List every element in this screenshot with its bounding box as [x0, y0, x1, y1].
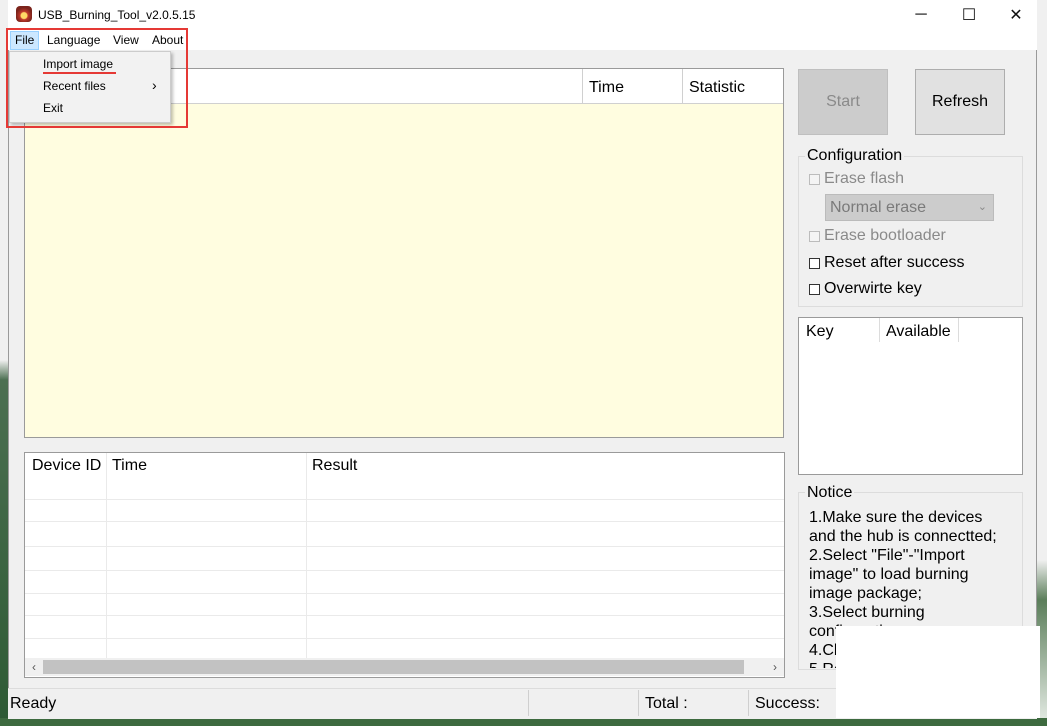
- maximize-button[interactable]: ☐: [946, 0, 992, 30]
- app-icon: [16, 6, 32, 22]
- header-separator: [682, 69, 683, 103]
- erase-bootloader-option[interactable]: Erase bootloader: [809, 227, 946, 245]
- import-image-underline: [43, 72, 116, 74]
- header-result[interactable]: Result: [312, 457, 357, 475]
- overwrite-key-label: Overwirte key: [824, 280, 922, 297]
- configuration-title: Configuration: [805, 147, 905, 165]
- menu-item-import-image[interactable]: Import image: [43, 57, 113, 71]
- menu-about[interactable]: About: [148, 31, 187, 50]
- column-separator: [958, 318, 959, 342]
- status-text: Ready: [10, 695, 57, 712]
- scrollbar-thumb[interactable]: [43, 660, 744, 674]
- table-row: [25, 593, 784, 594]
- header-time[interactable]: Time: [112, 457, 147, 475]
- table-row: [25, 570, 784, 571]
- scroll-left-icon[interactable]: ‹: [25, 658, 43, 676]
- status-success: Success:: [755, 695, 820, 712]
- column-separator: [306, 453, 307, 658]
- erase-flash-label: Erase flash: [824, 170, 905, 187]
- reset-after-success-option[interactable]: Reset after success: [809, 254, 965, 272]
- table-row: [25, 546, 784, 547]
- header-statistic[interactable]: Statistic: [689, 79, 745, 97]
- window-title: USB_Burning_Tool_v2.0.5.15: [38, 8, 196, 22]
- table-row: [25, 615, 784, 616]
- menu-view[interactable]: View: [109, 31, 143, 50]
- status-total: Total :: [645, 695, 688, 712]
- overwrite-key-checkbox[interactable]: [809, 283, 820, 295]
- table-row: [25, 638, 784, 639]
- result-table[interactable]: [24, 452, 785, 678]
- erase-bootloader-label: Erase bootloader: [824, 227, 946, 244]
- header-separator: [582, 69, 583, 103]
- header-device-id[interactable]: Device ID: [32, 457, 101, 475]
- scroll-right-icon[interactable]: ›: [766, 658, 784, 676]
- chevron-right-icon: ›: [152, 77, 157, 93]
- refresh-button[interactable]: Refresh: [915, 69, 1005, 135]
- close-button[interactable]: ✕: [993, 0, 1039, 30]
- desktop-background-left: [0, 0, 8, 726]
- device-list-panel[interactable]: [24, 68, 784, 438]
- desktop-background-right: [1037, 0, 1047, 726]
- header-available[interactable]: Available: [886, 323, 951, 341]
- erase-flash-checkbox[interactable]: [809, 173, 820, 185]
- table-row: [25, 499, 784, 500]
- status-separator: [638, 690, 639, 716]
- menu-item-exit[interactable]: Exit: [43, 101, 63, 115]
- erase-mode-select[interactable]: Normal erase ⌄: [825, 194, 994, 221]
- erase-bootloader-checkbox[interactable]: [809, 230, 820, 242]
- overwrite-key-option[interactable]: Overwirte key: [809, 280, 922, 298]
- erase-flash-option[interactable]: Erase flash: [809, 170, 904, 188]
- reset-after-success-label: Reset after success: [824, 254, 965, 271]
- menu-item-recent-files[interactable]: Recent files: [43, 79, 106, 93]
- chevron-down-icon: ⌄: [977, 201, 987, 213]
- minimize-button[interactable]: ─: [898, 0, 944, 30]
- column-separator: [106, 453, 107, 658]
- reset-after-success-checkbox[interactable]: [809, 257, 820, 269]
- status-separator: [748, 690, 749, 716]
- desktop-background-bottom: [0, 718, 1047, 726]
- table-row: [25, 521, 784, 522]
- header-time[interactable]: Time: [589, 79, 624, 97]
- start-button[interactable]: Start: [798, 69, 888, 135]
- erase-mode-value: Normal erase: [830, 198, 927, 216]
- overlapping-window: [836, 626, 1040, 718]
- column-separator: [879, 318, 880, 342]
- menu-file[interactable]: File: [10, 31, 40, 50]
- status-separator: [528, 690, 529, 716]
- menu-language[interactable]: Language: [43, 31, 104, 50]
- header-key[interactable]: Key: [806, 323, 834, 341]
